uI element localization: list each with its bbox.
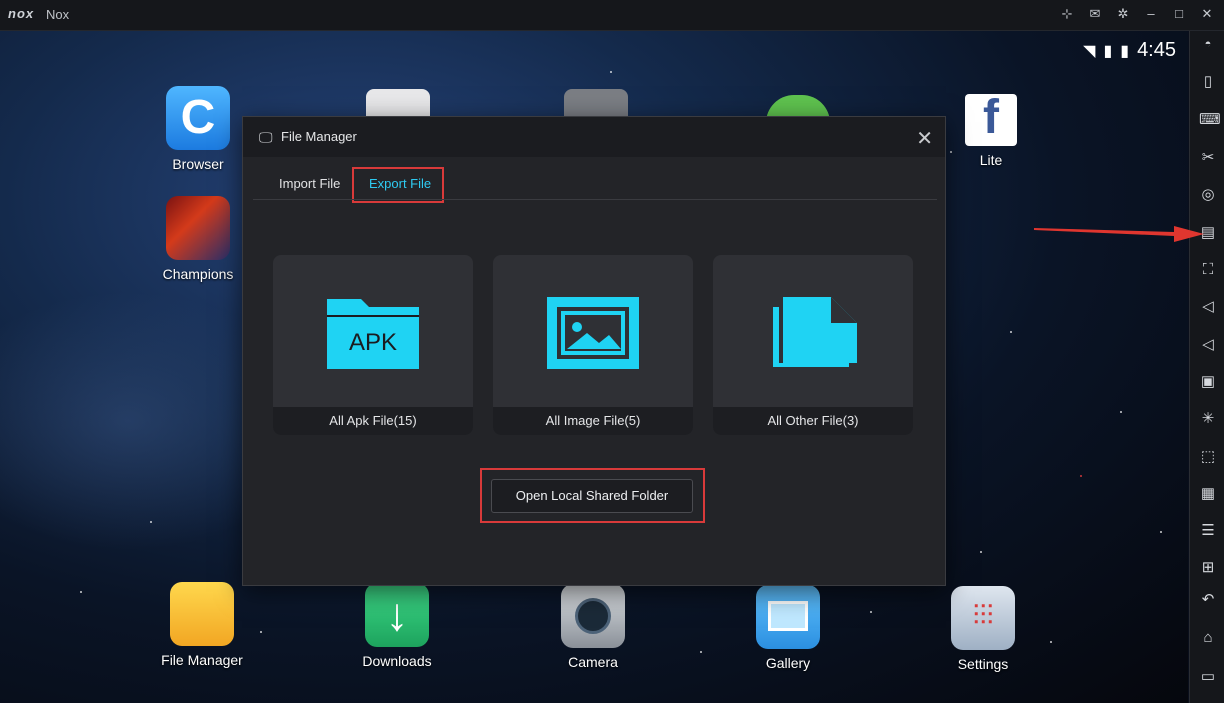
app-label: Gallery (765, 655, 811, 671)
more-icon[interactable]: ⊞ (1199, 559, 1217, 577)
app-settings[interactable]: Settings (933, 586, 1033, 672)
documents-icon (773, 297, 857, 367)
marvel-champions-icon (166, 196, 230, 260)
recent-apps-icon[interactable]: ▭ (1199, 668, 1217, 686)
image-stamp-icon (547, 297, 639, 369)
dialog-header: 🖵 File Manager ✕ (243, 117, 945, 157)
dialog-close-icon[interactable]: ✕ (916, 126, 933, 151)
minimize-icon[interactable]: – (1144, 6, 1158, 22)
file-manager-dialog: 🖵 File Manager ✕ Import File Export File… (242, 116, 946, 586)
app-camera[interactable]: Camera (543, 584, 643, 670)
android-status-bar: ◥ ▮ ▮ 4:45 (1083, 39, 1176, 62)
settings-icon (951, 586, 1015, 650)
tab-divider (253, 199, 937, 200)
scroll-up-icon[interactable]: ◓ (1199, 35, 1217, 53)
export-tab-highlight (352, 167, 444, 203)
camera-icon (561, 584, 625, 648)
pin-icon[interactable]: ⊹ (1060, 6, 1074, 22)
nox-logo: nox (8, 6, 35, 21)
app-label: Browser (172, 156, 224, 172)
google-settings-icon[interactable] (564, 89, 628, 117)
screenshot-icon[interactable]: ⬚ (1199, 448, 1217, 466)
app-champions[interactable]: Champions (148, 196, 248, 282)
home-icon[interactable]: ⌂ (1199, 629, 1217, 647)
annotation-arrow (1034, 226, 1204, 242)
install-apk-icon[interactable]: ▣ (1199, 373, 1217, 391)
clock: 4:45 (1137, 39, 1176, 61)
card-label: All Apk File(15) (273, 407, 473, 435)
card-image-files[interactable]: All Image File(5) (493, 255, 693, 435)
battery-icon: ▮ (1120, 42, 1130, 60)
emulator-toolbar: ◓ ▯ ⌨ ✂ ◎ ▤ ⛶ ◁ ◁ ▣ ✳ ⬚ ▦ ☰ ⊞ ↶ ⌂ ▭ (1189, 31, 1224, 703)
signal-icon: ▮ (1103, 42, 1113, 60)
keyboard-icon[interactable]: ⌨ (1199, 111, 1221, 129)
gallery-icon (756, 585, 820, 649)
title-bar: nox Nox ⊹ ✉ ✲ – □ ✕ (0, 0, 1224, 31)
app-gallery[interactable]: Gallery (738, 585, 838, 671)
folder-icon (170, 582, 234, 646)
card-label: All Image File(5) (493, 407, 693, 435)
card-apk-files[interactable]: APK All Apk File(15) (273, 255, 473, 435)
dialog-title: File Manager (281, 129, 357, 144)
window-controls: ⊹ ✉ ✲ – □ ✕ (1060, 6, 1214, 22)
app-label: Camera (568, 654, 618, 670)
app-label: Settings (957, 656, 1009, 672)
rotate-icon[interactable]: ▯ (1199, 73, 1217, 91)
apk-icon-text: APK (348, 329, 398, 356)
monitor-icon: 🖵 (259, 129, 273, 145)
facebook-icon (965, 90, 1017, 146)
app-label: Champions (162, 266, 234, 282)
open-local-shared-folder-button[interactable]: Open Local Shared Folder (491, 479, 693, 513)
back-icon[interactable]: ↶ (1199, 591, 1217, 609)
app-label: Downloads (362, 653, 432, 669)
tab-import-file[interactable]: Import File (279, 176, 340, 191)
shake-icon[interactable]: ✳ (1199, 410, 1217, 428)
maximize-icon[interactable]: □ (1172, 6, 1186, 22)
card-label: All Other File(3) (713, 407, 913, 435)
location-icon[interactable]: ◎ (1199, 186, 1217, 204)
multi-instance-icon[interactable]: ☰ (1199, 522, 1217, 540)
card-other-files[interactable]: All Other File(3) (713, 255, 913, 435)
app-browser[interactable]: Browser (148, 86, 248, 172)
wifi-icon: ◥ (1083, 42, 1096, 60)
app-downloads[interactable]: Downloads (347, 583, 447, 669)
app-label: File Manager (161, 652, 243, 668)
video-record-icon[interactable]: ▦ (1199, 485, 1217, 503)
app-file-manager[interactable]: File Manager (152, 582, 252, 668)
fullscreen-icon[interactable]: ⛶ (1199, 261, 1217, 279)
close-icon[interactable]: ✕ (1200, 6, 1214, 22)
scissors-icon[interactable]: ✂ (1199, 149, 1217, 167)
app-facebook-lite[interactable]: Lite (941, 90, 1041, 168)
gear-icon[interactable]: ✲ (1116, 6, 1130, 22)
browser-icon (166, 86, 230, 150)
volume-down-icon[interactable]: ◁ (1199, 336, 1217, 354)
store-icon[interactable] (366, 89, 430, 117)
download-icon (365, 583, 429, 647)
mail-icon[interactable]: ✉ (1088, 6, 1102, 22)
window-title: Nox (46, 7, 70, 22)
volume-up-icon[interactable]: ◁ (1199, 298, 1217, 316)
app-label: Lite (979, 152, 1003, 168)
